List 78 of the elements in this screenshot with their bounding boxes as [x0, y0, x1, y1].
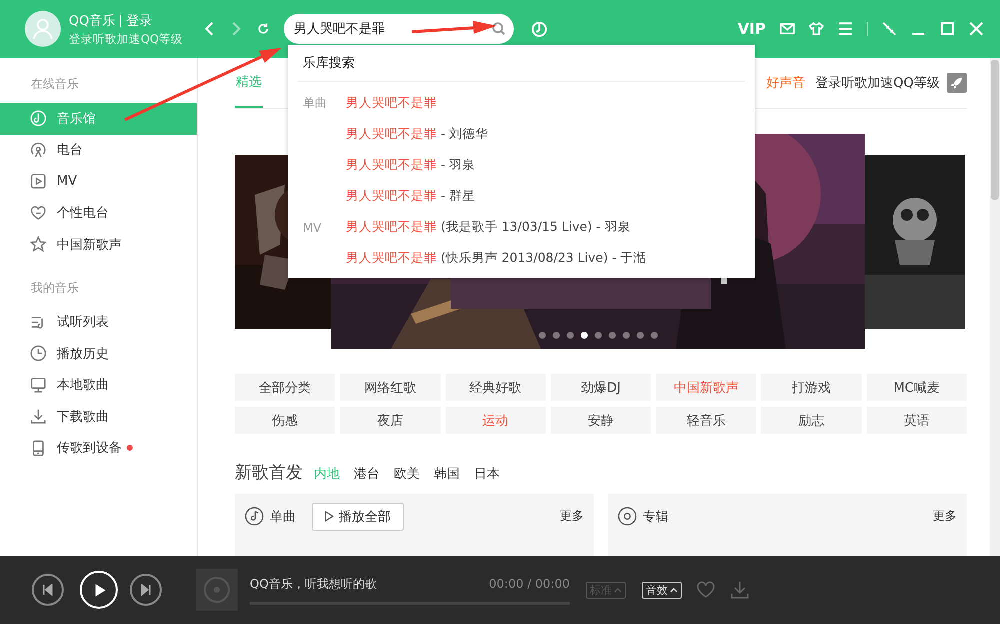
caret-icon	[670, 587, 678, 593]
menu-icon[interactable]	[838, 22, 853, 36]
radio-icon	[30, 142, 47, 159]
more-link[interactable]: 更多	[560, 508, 584, 525]
region-tab[interactable]: 日本	[474, 465, 500, 483]
login-hint-link[interactable]: 登录听歌加速QQ等级	[816, 74, 940, 92]
sidebar-section-title: 在线音乐	[30, 76, 80, 93]
category-button[interactable]: 打游戏	[761, 374, 862, 401]
sidebar-item[interactable]: 播放历史	[0, 338, 197, 370]
heart-icon[interactable]	[696, 581, 716, 599]
region-tab[interactable]: 韩国	[434, 465, 460, 483]
heart-icon	[30, 204, 47, 222]
music-hall-icon	[30, 110, 47, 128]
sidebar-item[interactable]: 试听列表	[0, 306, 197, 338]
avatar-icon[interactable]	[25, 11, 61, 47]
sidebar-section-title: 我的音乐	[30, 280, 80, 296]
play-button[interactable]	[80, 571, 118, 609]
sidebar-item[interactable]: MV	[0, 166, 197, 198]
device-icon	[30, 440, 47, 457]
sidebar-item[interactable]: 中国新歌声	[0, 229, 197, 260]
category-button[interactable]: MC喊麦	[866, 374, 967, 401]
category-button[interactable]: 网络红歌	[340, 374, 441, 401]
close-icon[interactable]	[969, 22, 984, 36]
panel-title: 单曲	[270, 508, 296, 526]
sidebar-item[interactable]: 本地歌曲	[0, 370, 197, 401]
note-icon	[245, 507, 264, 526]
album-placeholder-icon	[196, 569, 238, 611]
refresh-icon[interactable]	[257, 21, 270, 37]
mini-mode-icon[interactable]	[882, 22, 897, 36]
monitor-icon	[30, 376, 47, 394]
category-button[interactable]: 轻音乐	[656, 407, 756, 434]
category-button[interactable]: 励志	[761, 407, 862, 434]
group-label: MV	[302, 220, 323, 236]
region-tab[interactable]: 港台	[354, 465, 380, 483]
play-all-button[interactable]: 播放全部	[312, 502, 404, 530]
rocket-icon[interactable]	[947, 73, 967, 93]
category-button[interactable]: 夜店	[340, 407, 441, 434]
app-name: QQ音乐	[69, 12, 116, 30]
sound-effects-button[interactable]: 音效	[642, 582, 682, 598]
scrollbar-thumb[interactable]	[991, 60, 999, 200]
song-title: QQ音乐，听我想听的歌	[250, 576, 377, 592]
back-icon[interactable]	[203, 21, 216, 37]
category-button[interactable]: 劲爆DJ	[550, 374, 652, 401]
category-button[interactable]: 全部分类	[235, 374, 336, 401]
group-label: 单曲	[302, 95, 328, 112]
previous-button[interactable]	[32, 574, 64, 606]
time-display: 00:00 / 00:00	[489, 577, 570, 591]
more-link[interactable]: 更多	[933, 508, 957, 525]
category-button[interactable]: 经典好歌	[446, 374, 546, 401]
section-title: 新歌首发	[235, 462, 303, 484]
caret-icon	[614, 587, 622, 593]
search-icon[interactable]	[492, 22, 506, 36]
dropdown-title: 乐库搜索	[298, 45, 745, 82]
sidebar-item[interactable]: 传歌到设备	[0, 432, 197, 464]
panel-title: 专辑	[643, 508, 669, 526]
star-icon	[30, 236, 47, 254]
mail-icon[interactable]	[780, 22, 795, 36]
sidebar-item[interactable]: 电台	[0, 134, 197, 166]
play-icon	[325, 511, 334, 522]
disc-icon	[618, 507, 637, 526]
category-button[interactable]: 伤感	[235, 407, 336, 434]
download-icon[interactable]	[730, 581, 750, 599]
category-button[interactable]: 安静	[550, 407, 652, 434]
forward-icon[interactable]	[230, 21, 243, 37]
category-button[interactable]: 英语	[866, 407, 967, 434]
previous-icon	[42, 584, 54, 596]
login-hint: 登录听歌加速QQ等级	[69, 32, 184, 46]
play-box-icon	[30, 173, 47, 190]
sidebar-item[interactable]: 下载歌曲	[0, 401, 197, 432]
search-field[interactable]: 男人哭吧不是罪	[284, 14, 514, 44]
region-tab[interactable]: 欧美	[394, 465, 420, 483]
next-button[interactable]	[130, 574, 162, 606]
maximize-icon[interactable]	[940, 22, 955, 36]
next-icon	[140, 584, 152, 596]
clock-icon	[30, 345, 47, 362]
sidebar-item[interactable]: 个性电台	[0, 198, 197, 229]
shirt-icon[interactable]	[809, 22, 824, 36]
download-icon	[30, 408, 47, 426]
